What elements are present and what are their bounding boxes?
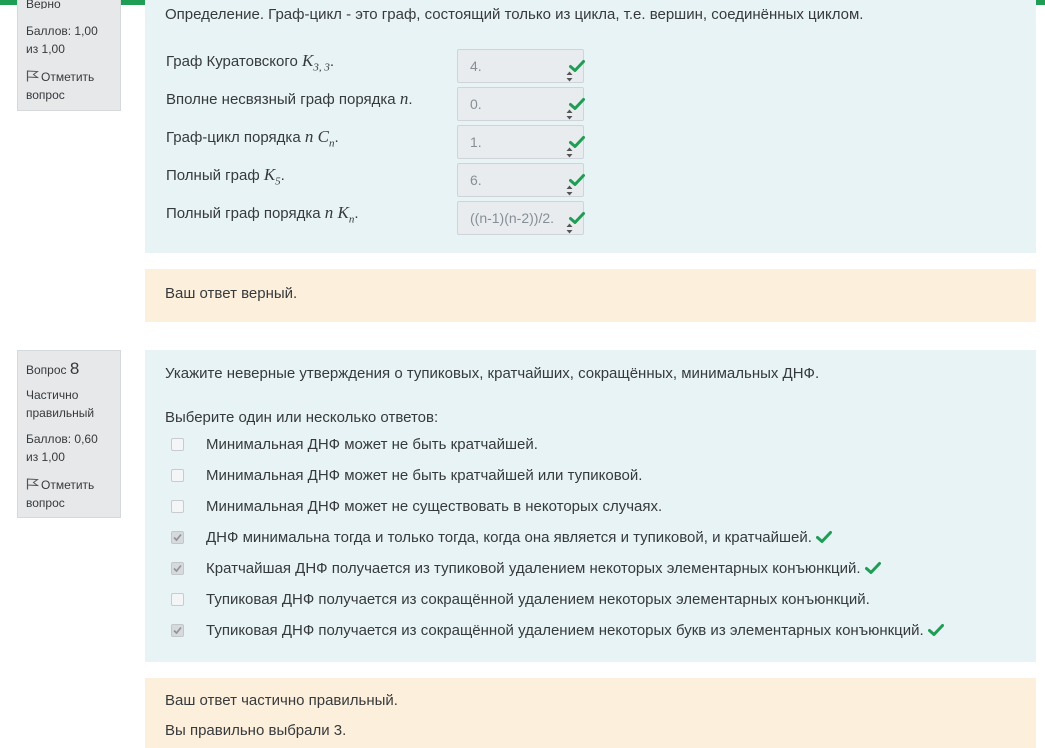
question-formulation: Определение. Граф-цикл - это граф, состо…	[145, 0, 1036, 253]
answer-select[interactable]: 1.	[457, 125, 584, 159]
answer-option-text: ДНФ минимальна тогда и только тогда, ког…	[206, 528, 832, 548]
math-expression: K5	[263, 165, 281, 187]
match-row-period: .	[334, 129, 339, 146]
answer-option-label: Тупиковая ДНФ получается из сокращённой …	[206, 622, 924, 639]
answer-checkbox[interactable]	[171, 500, 184, 513]
match-row-period: .	[408, 91, 413, 108]
feedback-box: Ваш ответ верный.	[145, 269, 1036, 322]
correct-check-icon	[569, 211, 585, 225]
flag-icon	[26, 477, 40, 490]
math-symbol: K	[301, 51, 314, 70]
answer-option-text: Минимальная ДНФ может не быть кратчайшей…	[206, 435, 538, 455]
feedback-text: Ваш ответ частично правильный.	[165, 692, 398, 709]
match-row-text: Граф Куратовского	[166, 53, 302, 70]
match-row-text: Полный граф порядка	[166, 205, 325, 222]
match-row-label: Граф Куратовского K3, 3.	[166, 49, 334, 79]
answer-select-value: 1.	[470, 134, 482, 150]
answer-option-text: Тупиковая ДНФ получается из сокращённой …	[206, 590, 870, 610]
flag-question-button[interactable]: Отметить вопрос	[26, 476, 112, 512]
correct-check-icon	[569, 59, 585, 73]
match-row-period: .	[354, 205, 359, 222]
question-number: Вопрос 8	[26, 359, 112, 380]
answer-option-label: Минимальная ДНФ может не быть кратчайшей…	[206, 436, 538, 453]
question-grade: Баллов: 0,60 из 1,00	[26, 432, 98, 464]
answer-checkbox[interactable]	[171, 593, 184, 606]
answer-select[interactable]: 4.	[457, 49, 584, 83]
match-row-label: Вполне несвязный граф порядка n.	[166, 87, 412, 117]
answer-option-text: Тупиковая ДНФ получается из сокращённой …	[206, 621, 944, 641]
math-expression: n Cn	[304, 127, 335, 149]
match-row: Граф-цикл порядка n Cn. 1.	[166, 125, 606, 161]
answer-select[interactable]: 6.	[457, 163, 584, 197]
answer-select[interactable]: ((n-1)(n-2))/2.	[457, 201, 584, 235]
feedback-text: Ваш ответ верный.	[165, 285, 298, 302]
correct-check-icon	[569, 135, 585, 149]
answer-option-label: Тупиковая ДНФ получается из сокращённой …	[206, 591, 870, 608]
question-text: Укажите неверные утверждения о тупиковых…	[165, 365, 820, 382]
correct-check-icon	[569, 173, 585, 187]
math-symbol: K	[263, 165, 276, 184]
match-row-period: .	[280, 167, 285, 184]
math-expression: K3, 3	[301, 51, 330, 74]
match-row-text: Вполне несвязный граф порядка	[166, 91, 400, 108]
answer-checkbox[interactable]	[171, 562, 184, 575]
match-row: Вполне несвязный граф порядка n. 0.	[166, 87, 606, 123]
flag-question-button[interactable]: Отметить вопрос	[26, 68, 112, 104]
answer-select-value: 6.	[470, 172, 482, 188]
question-number-value: 8	[69, 359, 80, 378]
answer-select-value: 0.	[470, 96, 482, 112]
match-row-text: Полный граф	[166, 167, 264, 184]
question-state: Верно	[26, 0, 61, 9]
correct-check-icon	[815, 530, 832, 544]
correct-check-icon	[864, 561, 881, 575]
definition-text: Определение. Граф-цикл - это граф, состо…	[165, 6, 864, 23]
question-formulation: Укажите неверные утверждения о тупиковых…	[145, 350, 1036, 662]
answer-option-label: ДНФ минимальна тогда и только тогда, ког…	[206, 529, 812, 546]
correct-check-icon	[927, 623, 944, 637]
question-state: Частично правильный	[26, 388, 95, 420]
math-symbol: n K	[324, 203, 349, 222]
match-row-label: Граф-цикл порядка n Cn.	[166, 125, 339, 155]
math-expression: n Kn	[324, 203, 355, 225]
answer-checkbox[interactable]	[171, 624, 184, 637]
match-row: Граф Куратовского K3, 3. 4.	[166, 49, 606, 85]
feedback-right-answer: Вы правильно выбрали 3.	[165, 722, 347, 739]
math-subscript: 3, 3	[313, 61, 330, 74]
answer-option-label: Минимальная ДНФ может не существовать в …	[206, 498, 663, 515]
answer-option-text: Минимальная ДНФ может не быть кратчайшей…	[206, 466, 642, 486]
correct-check-icon	[569, 97, 585, 111]
match-row: Полный граф порядка n Kn. ((n-1)(n-2))/2.	[166, 201, 606, 237]
feedback-box: Ваш ответ частично правильный. Вы правил…	[145, 678, 1036, 748]
question-label: Вопрос	[26, 363, 67, 377]
answer-checkbox[interactable]	[171, 531, 184, 544]
math-symbol: n C	[304, 127, 329, 146]
match-row-text: Граф-цикл порядка	[166, 129, 305, 146]
match-row: Полный граф K5. 6.	[166, 163, 606, 199]
answer-checkbox[interactable]	[171, 469, 184, 482]
question-info-box: Верно Баллов: 1,00 из 1,00 Отметить вопр…	[17, 0, 121, 111]
answer-option-text: Минимальная ДНФ может не существовать в …	[206, 497, 662, 517]
flag-icon	[26, 69, 40, 82]
answer-checkbox[interactable]	[171, 438, 184, 451]
match-row-label: Полный граф K5.	[166, 163, 285, 193]
answer-select-value: 4.	[470, 58, 482, 74]
question-info-box: Вопрос 8 Частично правильный Баллов: 0,6…	[17, 350, 121, 518]
match-row-period: .	[329, 53, 334, 70]
answer-prompt: Выберите один или несколько ответов:	[165, 409, 439, 426]
answer-option-label: Кратчайшая ДНФ получается из тупиковой у…	[206, 560, 861, 577]
answer-option-label: Минимальная ДНФ может не быть кратчайшей…	[206, 467, 643, 484]
answer-option-text: Кратчайшая ДНФ получается из тупиковой у…	[206, 559, 881, 579]
answer-select[interactable]: 0.	[457, 87, 584, 121]
question-grade: Баллов: 1,00 из 1,00	[26, 24, 98, 56]
match-row-label: Полный граф порядка n Kn.	[166, 201, 359, 231]
answer-select-value: ((n-1)(n-2))/2.	[470, 210, 555, 226]
